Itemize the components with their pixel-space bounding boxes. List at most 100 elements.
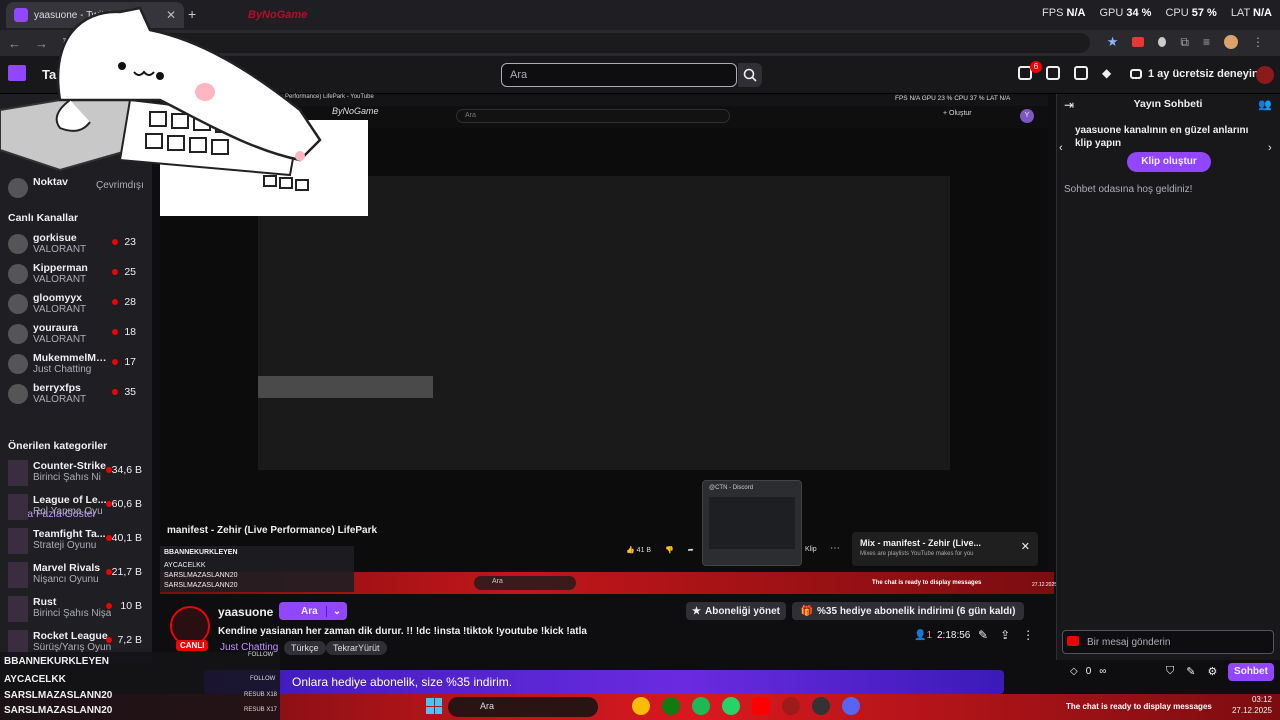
gear-icon[interactable]: ⚙ [1207,665,1217,678]
channel-game: Just Chatting [33,364,92,375]
channel-name: MukemmelMuge [33,352,111,364]
create-clip-button[interactable]: Klip oluştur [1127,152,1211,172]
taskbar-search[interactable]: Ara [448,697,598,717]
notification-badge: 6 [1030,61,1042,73]
inner-search-input: Ara [456,109,730,123]
tag-turkce[interactable]: Türkçe [284,641,326,655]
channel-name: gloomyyx [33,292,83,304]
more-icon[interactable]: ⋮ [1022,628,1034,642]
like-icon: 👍 41 B [626,547,652,554]
chevron-left-icon[interactable]: ‹ [1059,142,1063,154]
channel-name: Kipperman [33,262,88,274]
avatar [8,354,28,374]
category-thumbnail [8,528,28,554]
stream-title: Kendine yasianan her zaman dik durur. !!… [218,626,587,637]
avatar [8,234,28,254]
taskbar-clock: 03:12 27.12.2025 [1231,695,1272,715]
gift-sub-button[interactable]: 🎁 %35 hediye abonelik indirimi (6 gün ka… [792,602,1024,620]
app-icon[interactable] [782,697,800,715]
chevron-down-icon[interactable]: ⌄ [325,605,347,617]
sidebar-live-channel[interactable]: gorkisue VALORANT 23 [0,230,152,260]
perf-cpu: CPU 57 % [1165,7,1217,19]
search-button[interactable] [738,63,762,87]
sidebar-live-channel[interactable]: MukemmelMuge Just Chatting 17 [0,350,152,380]
chat-send-button[interactable]: Sohbet [1228,663,1274,681]
prime-icon [1130,69,1142,79]
clip-prompt: yaasuone kanalının en güzel anlarını kli… [1075,125,1249,149]
discord-preview-title: @CTN - Discord [709,485,754,491]
taskbar-apps [632,697,860,715]
sidebar-category[interactable]: Teamfight Ta... Strateji Oyunu 40,1 B [0,526,152,556]
puzzle-icon[interactable]: ⧉ [1180,35,1189,50]
browser-menu-icon[interactable]: ⋮ [1252,35,1264,49]
sidebar-live-channel[interactable]: Kipperman VALORANT 25 [0,260,152,290]
channel-actions: ✎ ⇪ ⋮ [978,628,1034,642]
channel-game: VALORANT [33,394,87,405]
viewer-count: 28 [124,296,136,308]
inner-video-actions: 👍 41 B 👎 ➦ [626,546,694,554]
chevron-right-icon[interactable]: › [1268,142,1272,154]
user-avatar[interactable] [1256,66,1274,84]
channel-game: VALORANT [33,334,87,345]
sidebar-live-channel[interactable]: gloomyyx VALORANT 28 [0,290,152,320]
record-icon [1067,636,1079,646]
sidebar-category[interactable]: Marvel Rivals Nişancı Oyunu 21,7 B [0,560,152,590]
bits-icon[interactable]: ◆ [1102,66,1111,80]
mix-title: Mix - manifest - Zehir (Live... [860,538,982,548]
sidebar-live-channel[interactable]: berryxfps VALORANT 35 [0,380,152,410]
chat-tools: ⛉ ✎ ⚙ [1166,665,1217,678]
inner-chat-ready: The chat is ready to display messages [872,580,982,586]
inbox-icon[interactable] [1046,66,1060,80]
profile-icon[interactable] [1224,35,1238,49]
sidebar-category[interactable]: Counter-Strike Birinci Şahıs Ni 34,6 B [0,458,152,488]
inner-recent-header: BBANNEKURKLEYEN [164,549,238,556]
whatsapp-icon[interactable] [722,697,740,715]
adblock-icon[interactable] [1132,37,1145,47]
inner-create-button: + Oluştur [943,110,972,117]
recent-row-tag: RESUB X18 [244,692,278,698]
extension-icon[interactable] [1158,37,1167,47]
users-icon[interactable]: 👥 [1258,98,1272,111]
inner-taskbar-search: Ara [474,576,576,590]
bookmark-star-icon[interactable]: ★ [1107,34,1119,50]
discord-icon[interactable] [842,697,860,715]
chat-input[interactable]: Bir mesaj gönderin [1062,630,1274,654]
search-input[interactable]: Ara [501,63,737,87]
spotify-icon[interactable] [692,697,710,715]
gift-promo-banner[interactable]: Onlara hediye abonelik, size %35 indirim… [204,670,1004,694]
inner-recent-events: BBANNEKURKLEYEN AYCACELKK SARSLMAZASLANN… [160,546,354,592]
channel-name[interactable]: yaasuone [218,605,273,619]
perf-overlay: FPS N/A GPU 34 % CPU 57 % LAT N/A [1042,7,1272,19]
inner-perf-overlay: FPS N/A GPU 23 % CPU 37 % LAT N/A [895,95,1011,102]
youtube-icon[interactable] [752,697,770,715]
shield-icon[interactable]: ⛉ [1166,665,1174,678]
sidebar-live-channel[interactable]: youraura VALORANT 18 [0,320,152,350]
call-button[interactable]: Ara ⌄ [279,602,347,620]
cat-keyboard-overlay [0,6,368,216]
windows-start-icon[interactable] [426,698,442,714]
media-icon[interactable]: ≡ [1203,35,1210,49]
manage-sub-button[interactable]: ★ Aboneliği yönet [686,602,786,620]
category-genre: Birinci Şahıs Ni [33,472,101,483]
channel-points[interactable]: ◇ 0 ∞ [1070,666,1106,677]
chrome-icon[interactable] [632,697,650,715]
obs-icon[interactable] [812,697,830,715]
sidebar-category[interactable]: League of Le... Rol Yapma Oyu 60,6 B [0,492,152,522]
live-dot-icon [106,637,112,643]
live-dot-icon [106,603,112,609]
perf-lat: LAT N/A [1230,7,1272,19]
discord-preview-thumb [709,497,795,549]
pen-icon[interactable]: ✎ [1186,665,1195,678]
inner-date: 27.12.2025 [1032,582,1058,588]
sidebar-category[interactable]: Rust Birinci Şahıs Nişa 10 B [0,594,152,624]
prime-trial-label: 1 ay ücretsiz deneyin [1148,68,1259,80]
mix-notification: Mix - manifest - Zehir (Live... Mixes ar… [852,532,1038,566]
recent-events-overlay: BBANNEKURKLEYEN FOLLOW AYCACELKK FOLLOW … [0,652,280,720]
share-icon[interactable]: ⇪ [1000,628,1010,642]
prime-trial-button[interactable]: 1 ay ücretsiz deneyin [1130,68,1259,80]
whispers-icon[interactable] [1074,66,1088,80]
xbox-icon[interactable] [662,697,680,715]
edit-icon[interactable]: ✎ [978,628,988,642]
tag-tekrar[interactable]: TekrarYürüt [326,641,387,655]
recent-row-tag: RESUB X17 [244,707,278,713]
